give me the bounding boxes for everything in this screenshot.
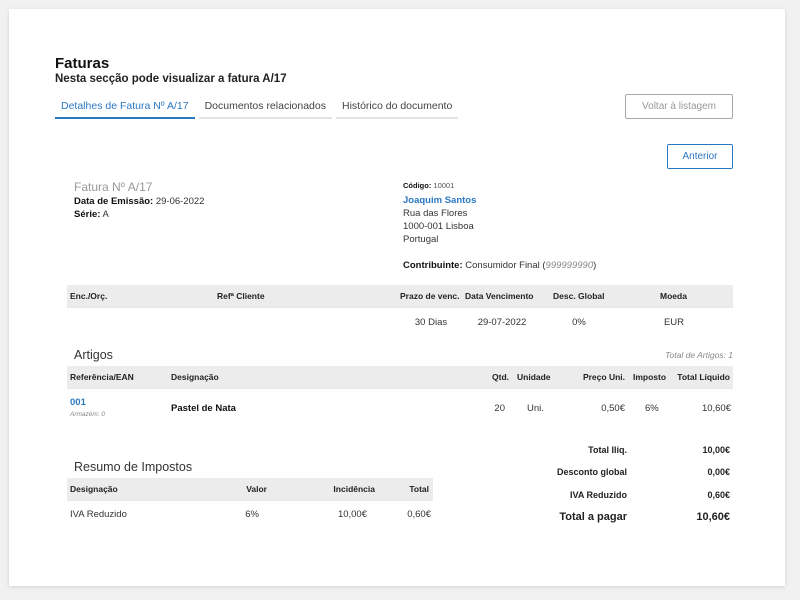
taxpayer-line: Contribuinte: Consumidor Final (99999999… [403, 260, 596, 271]
col-tax-value: Valor [217, 478, 267, 500]
back-to-list-button[interactable]: Voltar à listagem [625, 94, 733, 119]
article-ref-link[interactable]: 001 [70, 397, 86, 408]
tax-summary-title: Resumo de Impostos [74, 460, 192, 474]
customer-address-city: 1000-001 Lisboa [403, 221, 474, 232]
articles-total: Total de Artigos: 1 [609, 350, 733, 360]
taxpayer-nif: 999999990 [546, 260, 594, 271]
col-enc: Enc./Orç. [70, 285, 107, 307]
col-tax: Imposto [633, 366, 666, 388]
articles-table-header: Referência/EAN Designação Qtd. Unidade P… [67, 366, 733, 388]
customer-address-country: Portugal [403, 234, 438, 245]
series-label: Série: [74, 209, 100, 220]
tax-row-total: 0,60€ [379, 509, 431, 520]
grand-total-label: Total a pagar [467, 511, 627, 523]
divider [67, 500, 433, 501]
customer-code-line: Código: 10001 [403, 181, 454, 190]
col-net-total: Total Líquido [667, 366, 730, 388]
col-tax-total: Total [387, 478, 429, 500]
issue-date-line: Data de Emissão: 29-06-2022 [74, 196, 204, 207]
tab-bar: Detalhes de Fatura Nº A/17 Documentos re… [55, 95, 462, 119]
article-net-total: 10,60€ [669, 403, 731, 414]
page-subtitle: Nesta secção pode visualizar a fatura A/… [55, 73, 287, 85]
article-qty: 20 [469, 403, 505, 414]
col-tax-incidence: Incidência [307, 478, 375, 500]
customer-name[interactable]: Joaquim Santos [403, 195, 476, 206]
col-ref-client: Refª Cliente [217, 285, 265, 307]
col-currency: Moeda [660, 285, 687, 307]
taxpayer-label: Contribuinte: [403, 260, 463, 271]
global-discount-value: 0,00€ [650, 467, 730, 477]
due-date-value: 29-07-2022 [467, 317, 537, 328]
page-title: Faturas [55, 55, 109, 72]
col-term: Prazo de venc. [400, 285, 460, 307]
col-unit-price: Preço Uni. [567, 366, 625, 388]
invoice-number: Fatura Nº A/17 [74, 180, 152, 194]
tax-row-incidence: 10,00€ [299, 509, 367, 520]
col-designation: Designação [171, 366, 219, 388]
vat-label: IVA Reduzido [467, 490, 627, 500]
customer-code-value: 10001 [433, 181, 454, 190]
tab-related-documents[interactable]: Documentos relacionados [199, 95, 332, 119]
divider [67, 307, 733, 308]
tab-invoice-details[interactable]: Detalhes de Fatura Nº A/17 [55, 95, 195, 119]
invoice-card: Faturas Nesta secção pode visualizar a f… [9, 9, 785, 586]
tax-summary-header: Designação Valor Incidência Total [67, 478, 433, 500]
total-net-label: Total Ilíq. [467, 445, 627, 455]
total-net-value: 10,00€ [650, 445, 730, 455]
col-due-date: Data Vencimento [465, 285, 534, 307]
divider [67, 388, 733, 389]
grand-total-value: 10,60€ [650, 511, 730, 523]
article-unit: Uni. [527, 403, 544, 414]
discount-value: 0% [554, 317, 604, 328]
terms-table-header: Enc./Orç. Refª Cliente Prazo de venc. Da… [67, 285, 733, 307]
col-tax-designation: Designação [70, 478, 118, 500]
articles-title: Artigos [74, 348, 113, 362]
article-tax: 6% [645, 403, 659, 414]
article-warehouse: Armazém: 0 [70, 411, 105, 418]
vat-value: 0,60€ [650, 490, 730, 500]
col-discount: Desc. Global [553, 285, 605, 307]
series-line: Série: A [74, 209, 109, 220]
col-qty: Qtd. [467, 366, 509, 388]
taxpayer-type: Consumidor Final [465, 260, 539, 271]
customer-code-label: Código: [403, 181, 431, 190]
currency-value: EUR [654, 317, 694, 328]
issue-date-value: 29-06-2022 [156, 196, 205, 207]
customer-address-street: Rua das Flores [403, 208, 467, 219]
previous-button[interactable]: Anterior [667, 144, 733, 169]
tax-row-value: 6% [209, 509, 259, 520]
article-designation: Pastel de Nata [171, 403, 236, 414]
series-value: A [103, 209, 109, 220]
col-unit: Unidade [517, 366, 551, 388]
term-value: 30 Dias [401, 317, 461, 328]
tax-row-designation: IVA Reduzido [70, 509, 127, 520]
global-discount-label: Desconto global [467, 467, 627, 477]
article-unit-price: 0,50€ [569, 403, 625, 414]
col-ref-ean: Referência/EAN [70, 366, 134, 388]
tab-document-history[interactable]: Histórico do documento [336, 95, 458, 119]
issue-date-label: Data de Emissão: [74, 196, 153, 207]
